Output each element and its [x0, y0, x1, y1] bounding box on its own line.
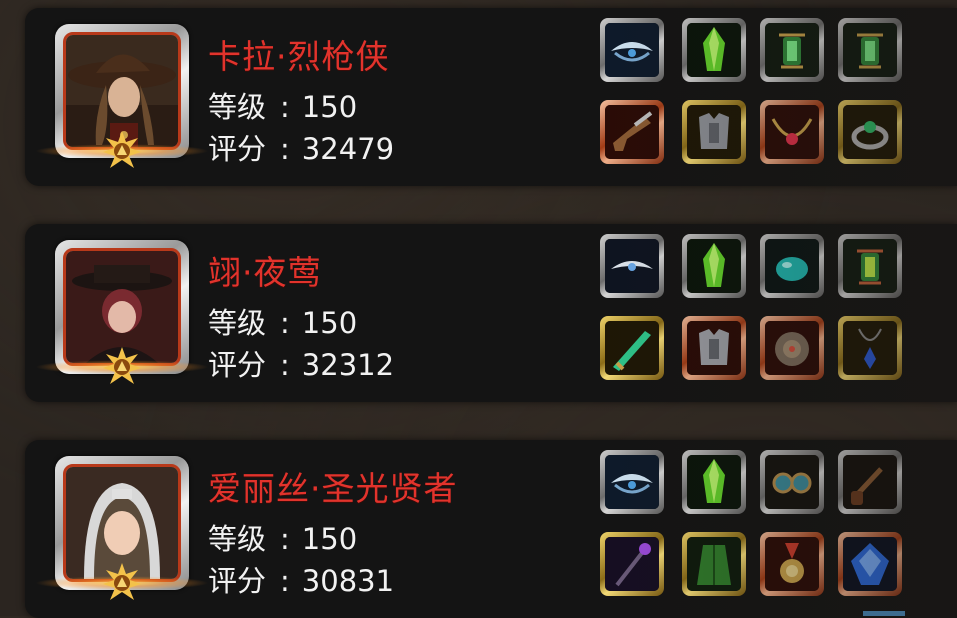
- hero-score: 评分:32479: [208, 132, 395, 166]
- teal-gem-icon: [765, 239, 819, 293]
- level-value: 150: [301, 90, 358, 124]
- hero-name: 爱丽丝·圣光贤者: [208, 469, 458, 508]
- score-label: 评分: [208, 348, 267, 382]
- green-crystal-icon: [687, 23, 741, 77]
- equipment-slot-1[interactable]: [600, 450, 664, 514]
- equipment-slot-6[interactable]: [682, 316, 746, 380]
- medal-icon: [765, 537, 819, 591]
- equipment-slot-8[interactable]: [838, 532, 902, 596]
- hero-name: 卡拉·烈枪侠: [208, 37, 390, 76]
- level-value: 150: [301, 522, 358, 556]
- green-lantern-icon: [843, 239, 897, 293]
- equipment-slot-3[interactable]: [760, 18, 824, 82]
- silver-headband-icon: [605, 239, 659, 293]
- level-label: 等级: [208, 306, 267, 340]
- green-robe-icon: [687, 537, 741, 591]
- wing-headband-icon: [605, 455, 659, 509]
- equipment-slot-8[interactable]: [838, 316, 902, 380]
- score-label: 评分: [208, 132, 267, 166]
- rank-emblem-icon: [102, 562, 142, 602]
- scroll-indicator: [863, 611, 905, 616]
- equipment-slot-2[interactable]: [682, 450, 746, 514]
- hero-avatar[interactable]: [35, 24, 209, 168]
- equipment-slot-4[interactable]: [838, 234, 902, 298]
- hero-card-3[interactable]: 爱丽丝·圣光贤者 等级:150 评分:30831: [25, 440, 957, 618]
- score-value: 32479: [301, 132, 395, 166]
- equipment-slot-3[interactable]: [760, 450, 824, 514]
- rank-emblem-icon: [102, 346, 142, 386]
- hero-card-2[interactable]: 翊·夜莺 等级:150 评分:32312: [25, 224, 957, 402]
- rank-emblem-icon: [102, 130, 142, 170]
- equipment-slot-3[interactable]: [760, 234, 824, 298]
- hero-avatar[interactable]: [35, 456, 209, 600]
- steel-armor-icon: [687, 105, 741, 159]
- blue-sapphire-icon: [843, 537, 897, 591]
- hero-level: 等级:150: [208, 90, 358, 124]
- equipment-slot-5[interactable]: [600, 100, 664, 164]
- blue-pendant-icon: [843, 321, 897, 375]
- wing-headband-icon: [605, 23, 659, 77]
- score-value: 30831: [301, 564, 395, 598]
- hero-level: 等级:150: [208, 306, 358, 340]
- equipment-slot-2[interactable]: [682, 18, 746, 82]
- equipment-slot-6[interactable]: [682, 532, 746, 596]
- green-crystal-icon: [687, 239, 741, 293]
- steel-armor-icon: [687, 321, 741, 375]
- equipment-grid: [600, 18, 910, 174]
- equipment-slot-7[interactable]: [760, 100, 824, 164]
- hero-score: 评分:30831: [208, 564, 395, 598]
- hero-avatar[interactable]: [35, 240, 209, 384]
- equipment-grid: [600, 450, 910, 606]
- hero-card-1[interactable]: 卡拉·烈枪侠 等级:150 评分:32479: [25, 8, 957, 186]
- equipment-slot-8[interactable]: [838, 100, 902, 164]
- green-lantern-icon: [765, 23, 819, 77]
- hero-name: 翊·夜莺: [208, 253, 322, 292]
- hero-score: 评分:32312: [208, 348, 395, 382]
- equipment-slot-7[interactable]: [760, 316, 824, 380]
- equipment-slot-4[interactable]: [838, 450, 902, 514]
- green-lantern-icon: [843, 23, 897, 77]
- level-value: 150: [301, 306, 358, 340]
- level-label: 等级: [208, 90, 267, 124]
- round-shield-icon: [765, 321, 819, 375]
- emerald-ring-icon: [843, 105, 897, 159]
- score-value: 32312: [301, 348, 395, 382]
- equipment-slot-4[interactable]: [838, 18, 902, 82]
- flintlock-pistol-icon: [605, 105, 659, 159]
- hero-level: 等级:150: [208, 522, 358, 556]
- equipment-grid: [600, 234, 910, 390]
- equipment-slot-1[interactable]: [600, 18, 664, 82]
- goggles-icon: [765, 455, 819, 509]
- green-crystal-icon: [687, 455, 741, 509]
- level-label: 等级: [208, 522, 267, 556]
- equipment-slot-5[interactable]: [600, 532, 664, 596]
- ruby-necklace-icon: [765, 105, 819, 159]
- equipment-slot-7[interactable]: [760, 532, 824, 596]
- smoking-pipe-icon: [843, 455, 897, 509]
- dark-staff-icon: [605, 537, 659, 591]
- equipment-slot-1[interactable]: [600, 234, 664, 298]
- equipment-slot-5[interactable]: [600, 316, 664, 380]
- score-label: 评分: [208, 564, 267, 598]
- jade-dagger-icon: [605, 321, 659, 375]
- equipment-slot-2[interactable]: [682, 234, 746, 298]
- equipment-slot-6[interactable]: [682, 100, 746, 164]
